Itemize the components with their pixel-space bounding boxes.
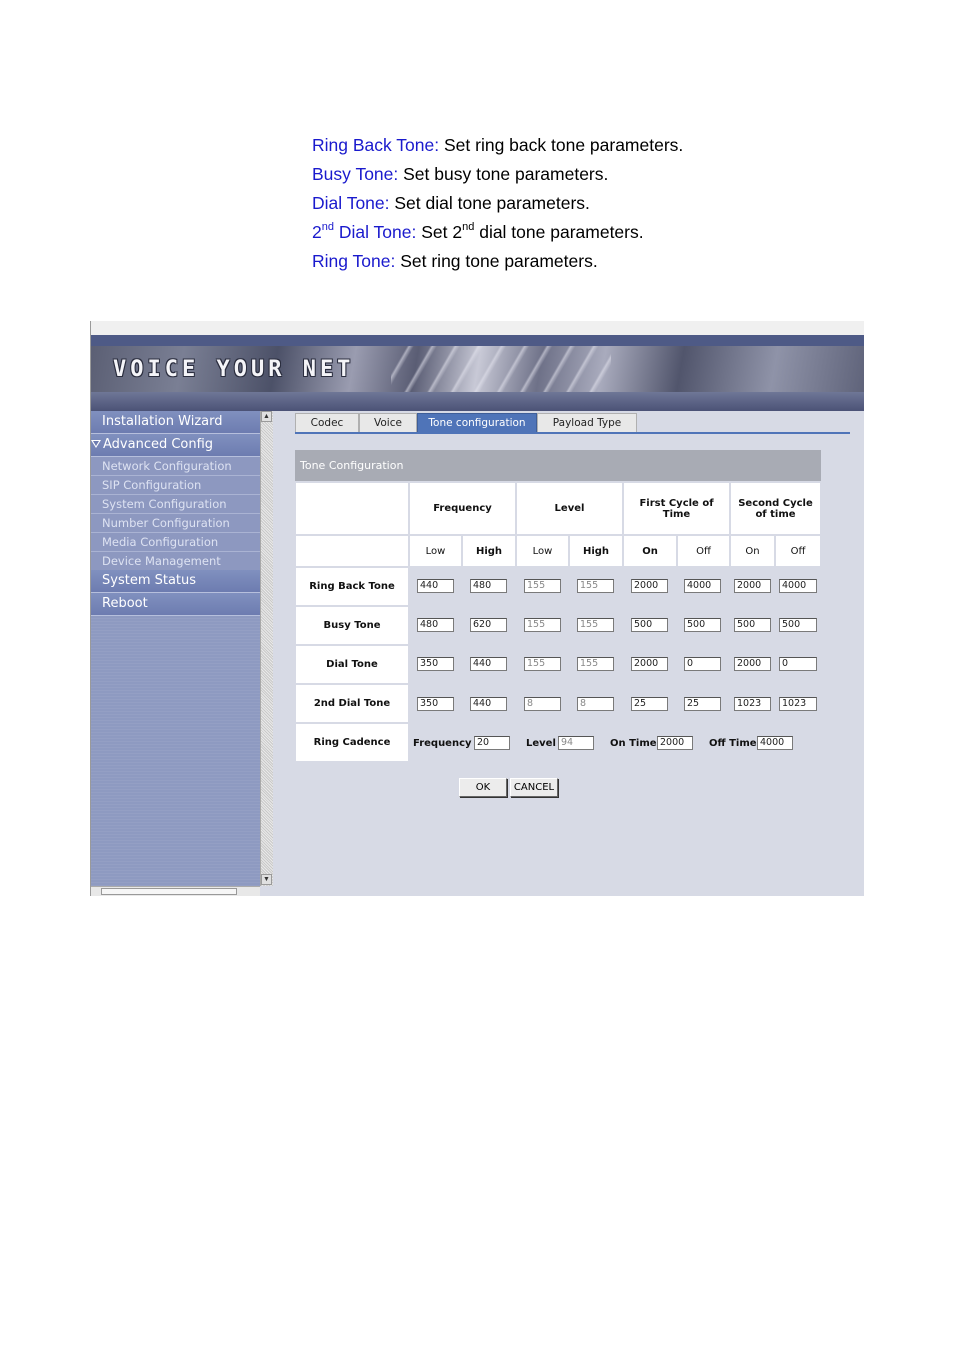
ring-back-freq-low-input[interactable]: 440 <box>417 579 454 593</box>
scrollbar-thumb[interactable] <box>101 888 237 895</box>
header-frequency: Frequency <box>410 483 515 534</box>
busy-level-high-input[interactable]: 155 <box>577 618 614 632</box>
second-dial-tone-line: 2nd Dial Tone: Set 2nd dial tone paramet… <box>312 221 644 242</box>
ring-back-second-off-input[interactable]: 4000 <box>779 579 817 593</box>
sidebar-item-advanced-config[interactable]: Advanced Config <box>91 434 260 457</box>
second-dial-second-off-input[interactable]: 1023 <box>779 697 817 711</box>
sidebar-item-system-status[interactable]: System Status <box>91 570 260 593</box>
sidebar-item-network-configuration[interactable]: Network Configuration <box>91 457 260 476</box>
tone-descriptions: Ring Back Tone: Set ring back tone param… <box>312 131 683 276</box>
ring-cadence-frequency-label: Frequency <box>413 738 472 749</box>
ring-back-first-off-input[interactable]: 4000 <box>684 579 721 593</box>
web-admin-screenshot: VOICE YOUR NET Installation Wizard Advan… <box>90 321 864 896</box>
sidebar-item-device-management[interactable]: Device Management <box>91 552 260 571</box>
subheader-off: Off <box>678 536 729 566</box>
subheader-on: On <box>624 536 676 566</box>
busy-second-on-input[interactable]: 500 <box>734 618 771 632</box>
ring-tone-line: Ring Tone: Set ring tone parameters. <box>312 251 598 271</box>
cancel-button[interactable]: CANCEL <box>510 778 558 797</box>
dial-freq-high-input[interactable]: 440 <box>470 657 507 671</box>
sidebar-item-media-configuration[interactable]: Media Configuration <box>91 533 260 552</box>
tab-voice[interactable]: Voice <box>359 413 417 432</box>
second-dial-first-on-input[interactable]: 25 <box>631 697 668 711</box>
ring-back-second-on-input[interactable]: 2000 <box>734 579 771 593</box>
row-label-2nd-dial-tone: 2nd Dial Tone <box>296 685 408 722</box>
subheader-low: Low <box>517 536 568 566</box>
second-dial-second-on-input[interactable]: 1023 <box>734 697 771 711</box>
header-level: Level <box>517 483 622 534</box>
sidebar-item-number-configuration[interactable]: Number Configuration <box>91 514 260 533</box>
second-dial-first-off-input[interactable]: 25 <box>684 697 721 711</box>
busy-level-low-input[interactable]: 155 <box>524 618 561 632</box>
tab-codec[interactable]: Codec <box>295 413 359 432</box>
subheader-high: High <box>463 536 515 566</box>
sidebar-item-installation-wizard[interactable]: Installation Wizard <box>91 411 260 434</box>
header-second-cycle: Second Cycle of time <box>731 483 820 534</box>
second-dial-freq-low-input[interactable]: 350 <box>417 697 454 711</box>
ring-cadence-frequency-input[interactable]: 20 <box>474 736 510 750</box>
tone-configuration-title: Tone Configuration <box>295 450 821 481</box>
row-label-dial-tone: Dial Tone <box>296 646 408 683</box>
dial-level-high-input[interactable]: 155 <box>577 657 614 671</box>
ring-back-level-high-input[interactable]: 155 <box>577 579 614 593</box>
sidebar-horizontal-scrollbar[interactable] <box>91 886 260 896</box>
sidebar-item-reboot[interactable]: Reboot <box>91 593 260 616</box>
scroll-down-icon[interactable]: ▼ <box>261 874 272 885</box>
header-first-cycle: First Cycle of Time <box>624 483 729 534</box>
row-label-ring-back-tone: Ring Back Tone <box>296 568 408 605</box>
sidebar-item-system-configuration[interactable]: System Configuration <box>91 495 260 514</box>
dial-second-on-input[interactable]: 2000 <box>734 657 771 671</box>
ring-back-first-on-input[interactable]: 2000 <box>631 579 668 593</box>
dial-first-off-input[interactable]: 0 <box>684 657 721 671</box>
scroll-up-icon[interactable]: ▲ <box>261 411 272 422</box>
busy-freq-low-input[interactable]: 480 <box>417 618 454 632</box>
subheader-high: High <box>570 536 622 566</box>
ring-cadence-on-time-label: On Time <box>610 738 657 749</box>
second-dial-level-high-input[interactable]: 8 <box>577 697 614 711</box>
busy-freq-high-input[interactable]: 620 <box>470 618 507 632</box>
dial-freq-low-input[interactable]: 350 <box>417 657 454 671</box>
brand-logo: VOICE YOUR NET <box>113 357 355 382</box>
subheader-off: Off <box>776 536 820 566</box>
subheader-low: Low <box>410 536 461 566</box>
sidebar-vertical-scrollbar[interactable]: ▲ ▼ <box>260 411 273 886</box>
dial-second-off-input[interactable]: 0 <box>779 657 817 671</box>
ring-cadence-off-time-input[interactable]: 4000 <box>757 736 793 750</box>
sidebar: Installation Wizard Advanced Config Netw… <box>91 411 260 886</box>
busy-first-on-input[interactable]: 500 <box>631 618 668 632</box>
subheader-on: On <box>731 536 774 566</box>
dial-level-low-input[interactable]: 155 <box>524 657 561 671</box>
busy-first-off-input[interactable]: 500 <box>684 618 721 632</box>
ring-back-level-low-input[interactable]: 155 <box>524 579 561 593</box>
row-label-busy-tone: Busy Tone <box>296 607 408 644</box>
ring-cadence-off-time-label: Off Time <box>709 738 757 749</box>
dial-first-on-input[interactable]: 2000 <box>631 657 668 671</box>
busy-second-off-input[interactable]: 500 <box>779 618 817 632</box>
busy-tone-line: Busy Tone: Set busy tone parameters. <box>312 164 609 184</box>
ring-back-freq-high-input[interactable]: 480 <box>470 579 507 593</box>
ring-cadence-level-input[interactable]: 94 <box>558 736 594 750</box>
second-dial-freq-high-input[interactable]: 440 <box>470 697 507 711</box>
tab-tone-configuration[interactable]: Tone configuration <box>417 413 537 432</box>
ok-button[interactable]: OK <box>459 778 507 797</box>
ring-cadence-on-time-input[interactable]: 2000 <box>657 736 693 750</box>
tab-payload-type[interactable]: Payload Type <box>537 413 637 432</box>
second-dial-level-low-input[interactable]: 8 <box>524 697 561 711</box>
sidebar-item-sip-configuration[interactable]: SIP Configuration <box>91 476 260 495</box>
ring-cadence-level-label: Level <box>526 738 556 749</box>
dial-tone-line: Dial Tone: Set dial tone parameters. <box>312 193 590 213</box>
row-label-ring-cadence: Ring Cadence <box>296 724 408 761</box>
ring-back-tone-line: Ring Back Tone: Set ring back tone param… <box>312 135 684 155</box>
